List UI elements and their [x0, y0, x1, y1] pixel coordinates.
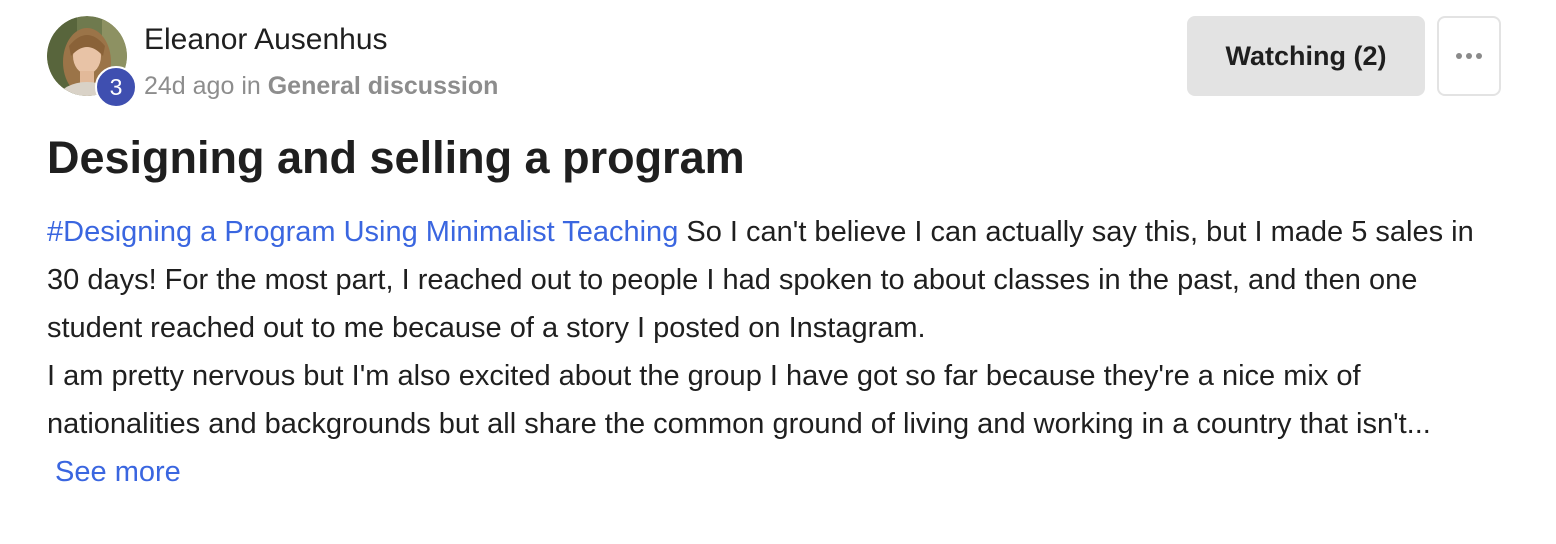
author-name[interactable]: Eleanor Ausenhus	[144, 22, 498, 58]
post-actions: Watching (2)	[1187, 16, 1501, 96]
category-link[interactable]: General discussion	[268, 72, 499, 100]
post-in-label: in	[234, 72, 268, 100]
post-card: 3 Eleanor Ausenhus 24d ago in General di…	[0, 0, 1556, 544]
author-meta: Eleanor Ausenhus 24d ago in General disc…	[144, 16, 498, 101]
level-badge: 3	[95, 66, 137, 108]
hashtag-link[interactable]: #Designing a Program Using Minimalist Te…	[47, 216, 678, 248]
watching-button[interactable]: Watching (2)	[1187, 16, 1425, 96]
post-time[interactable]: 24d ago	[144, 72, 234, 100]
more-horizontal-icon	[1456, 53, 1482, 59]
post-info: 24d ago in General discussion	[144, 71, 498, 101]
post-title[interactable]: Designing and selling a program	[47, 133, 745, 183]
author-avatar-wrap[interactable]: 3	[47, 16, 137, 108]
more-options-button[interactable]	[1437, 16, 1501, 96]
post-author-row: 3 Eleanor Ausenhus 24d ago in General di…	[47, 16, 498, 108]
see-more-link[interactable]: See more	[47, 456, 181, 488]
post-paragraph-1: #Designing a Program Using Minimalist Te…	[47, 208, 1507, 352]
post-text-2: I am pretty nervous but I'm also excited…	[47, 360, 1431, 440]
post-paragraph-2: I am pretty nervous but I'm also excited…	[47, 352, 1507, 496]
post-body: #Designing a Program Using Minimalist Te…	[47, 208, 1507, 496]
